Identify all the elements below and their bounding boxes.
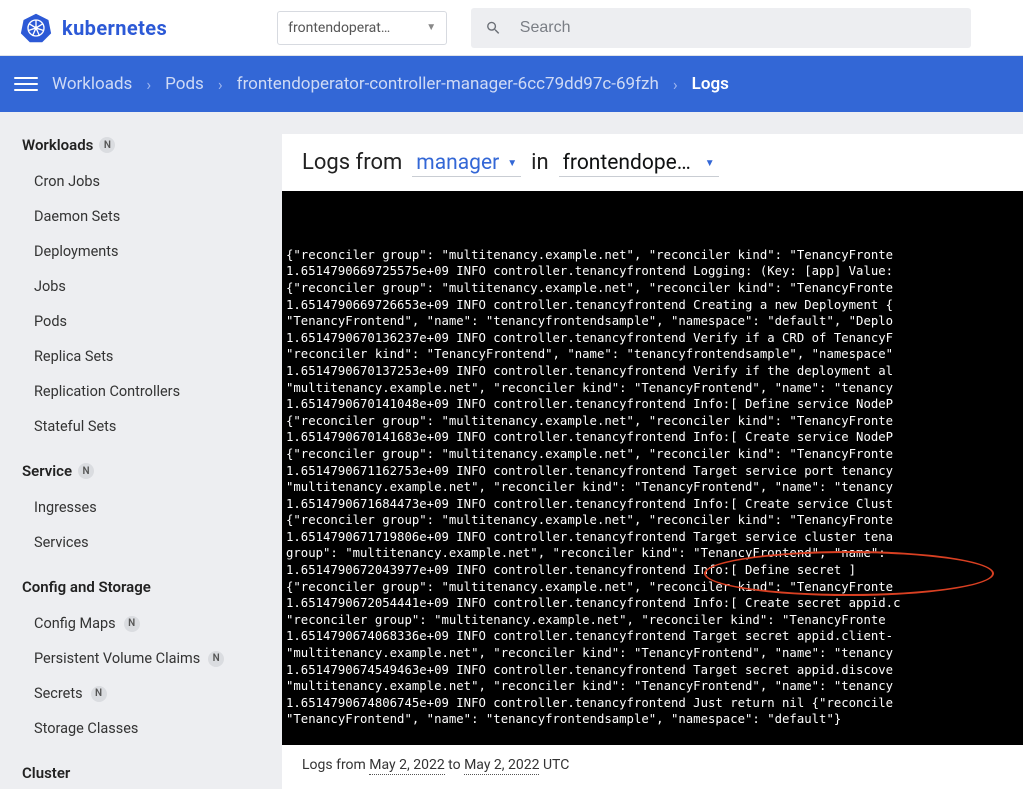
logs-in-label: in [531, 150, 549, 175]
log-line: {"reconciler group": "multitenancy.examp… [286, 413, 1021, 430]
log-line: {"reconciler group": "multitenancy.examp… [286, 579, 1021, 596]
sidebar-section-title[interactable]: Cluster [22, 764, 282, 782]
log-line: {"reconciler group": "multitenancy.examp… [286, 512, 1021, 529]
sidebar-item[interactable]: Persistent Volume ClaimsN [22, 641, 282, 676]
log-line: "multitenancy.example.net", "reconciler … [286, 678, 1021, 695]
logs-header: Logs from manager ▼ in frontendoperat… ▼ [282, 134, 1023, 185]
namespace-badge-icon: N [91, 686, 107, 702]
log-line: 1.6514790672054441e+09 INFO controller.t… [286, 595, 1021, 612]
logs-footer-suffix: UTC [539, 757, 569, 773]
log-line: 1.6514790671684473e+09 INFO controller.t… [286, 496, 1021, 513]
namespace-badge-icon: N [99, 137, 115, 153]
namespace-badge-icon: N [124, 616, 140, 632]
chevron-down-icon: ▼ [426, 22, 436, 33]
log-line: "TenancyFrontend", "name": "tenancyfront… [286, 711, 1021, 728]
log-line: "multitenancy.example.net", "reconciler … [286, 479, 1021, 496]
sidebar-item[interactable]: Deployments [22, 234, 282, 269]
log-line: "multitenancy.example.net", "reconciler … [286, 380, 1021, 397]
chevron-right-icon: › [218, 75, 223, 94]
logs-footer-mid: to [445, 757, 464, 773]
chevron-down-icon: ▼ [705, 158, 715, 169]
log-line: 1.6514790670141683e+09 INFO controller.t… [286, 429, 1021, 446]
top-bar: kubernetes frontendoperat… ▼ [0, 0, 1023, 56]
breadcrumb-pods[interactable]: Pods [165, 74, 204, 94]
logs-namespace-select[interactable]: frontendoperat… ▼ [559, 151, 719, 177]
log-line: 1.6514790674806745e+09 INFO controller.t… [286, 695, 1021, 712]
sidebar-item[interactable]: SecretsN [22, 676, 282, 711]
sidebar-section-title[interactable]: Config and Storage [22, 578, 282, 596]
log-line: "reconciler kind": "TenancyFrontend", "n… [286, 346, 1021, 363]
namespace-select[interactable]: frontendoperat… ▼ [277, 11, 447, 45]
namespace-badge-icon: N [78, 463, 94, 479]
log-line: {"reconciler group": "multitenancy.examp… [286, 446, 1021, 463]
logs-footer: Logs from May 2, 2022 to May 2, 2022 UTC [282, 745, 1023, 789]
logs-card: Logs from manager ▼ in frontendoperat… ▼… [282, 134, 1023, 789]
container-select-value: manager [416, 151, 499, 175]
breadcrumb-logs[interactable]: Logs [692, 74, 729, 94]
logo[interactable]: kubernetes [20, 12, 167, 44]
search-input[interactable] [520, 19, 957, 37]
sidebar-item[interactable]: Storage Classes [22, 711, 282, 746]
log-line: {"reconciler group": "multitenancy.examp… [286, 280, 1021, 297]
log-line: 1.6514790674068336e+09 INFO controller.t… [286, 628, 1021, 645]
container-select[interactable]: manager ▼ [412, 151, 521, 177]
logo-text: kubernetes [62, 16, 167, 40]
search-icon [485, 19, 502, 37]
namespace-badge-icon: N [208, 651, 224, 667]
log-line: 1.6514790672043977e+09 INFO controller.t… [286, 562, 1021, 579]
chevron-right-icon: › [146, 75, 151, 94]
log-line: 1.6514790670137253e+09 INFO controller.t… [286, 363, 1021, 380]
logs-footer-prefix: Logs from [302, 757, 369, 773]
sidebar-item[interactable]: Ingresses [22, 490, 282, 525]
log-line: 1.6514790669726653e+09 INFO controller.t… [286, 297, 1021, 314]
log-line: 1.6514790674549463e+09 INFO controller.t… [286, 662, 1021, 679]
log-line: 1.6514790670141048e+09 INFO controller.t… [286, 396, 1021, 413]
kubernetes-logo-icon [20, 12, 52, 44]
log-line: "multitenancy.example.net", "reconciler … [286, 645, 1021, 662]
logs-from-label: Logs from [302, 150, 402, 175]
breadcrumb-workloads[interactable]: Workloads [52, 74, 132, 94]
chevron-down-icon: ▼ [507, 158, 517, 169]
log-line: 1.6514790671162753e+09 INFO controller.t… [286, 463, 1021, 480]
log-line: 1.6514790669725575e+09 INFO controller.t… [286, 263, 1021, 280]
logs-from-date[interactable]: May 2, 2022 [369, 757, 444, 775]
main-area: WorkloadsN Cron JobsDaemon SetsDeployment… [0, 112, 1023, 789]
sidebar-item[interactable]: Config MapsN [22, 606, 282, 641]
sidebar-item[interactable]: Replication Controllers [22, 374, 282, 409]
content-area: Logs from manager ▼ in frontendoperat… ▼… [282, 112, 1023, 789]
sidebar-section-title[interactable]: WorkloadsN [22, 136, 282, 154]
sidebar-item[interactable]: Daemon Sets [22, 199, 282, 234]
menu-icon[interactable] [14, 72, 38, 96]
sidebar-item[interactable]: Replica Sets [22, 339, 282, 374]
search-bar[interactable] [471, 8, 971, 48]
logs-namespace-value: frontendoperat… [563, 151, 697, 175]
namespace-select-value: frontendoperat… [288, 20, 390, 36]
log-line: group": "multitenancy.example.net", "rec… [286, 545, 1021, 562]
log-line: {"reconciler group": "multitenancy.examp… [286, 247, 1021, 264]
log-line: "reconciler group": "multitenancy.exampl… [286, 612, 1021, 629]
log-line: 1.6514790670136237e+09 INFO controller.t… [286, 330, 1021, 347]
breadcrumb-pod-name[interactable]: frontendoperator-controller-manager-6cc7… [237, 74, 659, 94]
terminal-output[interactable]: {"reconciler group": "multitenancy.examp… [282, 191, 1023, 745]
sidebar-section-title[interactable]: ServiceN [22, 462, 282, 480]
log-line: 1.6514790671719806e+09 INFO controller.t… [286, 529, 1021, 546]
sidebar-item[interactable]: Stateful Sets [22, 409, 282, 444]
sidebar-item[interactable]: Services [22, 525, 282, 560]
logs-to-date[interactable]: May 2, 2022 [464, 757, 539, 775]
sidebar: WorkloadsN Cron JobsDaemon SetsDeployment… [0, 112, 282, 789]
log-line: "TenancyFrontend", "name": "tenancyfront… [286, 313, 1021, 330]
breadcrumb-bar: Workloads › Pods › frontendoperator-cont… [0, 56, 1023, 112]
sidebar-item[interactable]: Pods [22, 304, 282, 339]
chevron-right-icon: › [673, 75, 678, 94]
sidebar-item[interactable]: Jobs [22, 269, 282, 304]
sidebar-item[interactable]: Cron Jobs [22, 164, 282, 199]
